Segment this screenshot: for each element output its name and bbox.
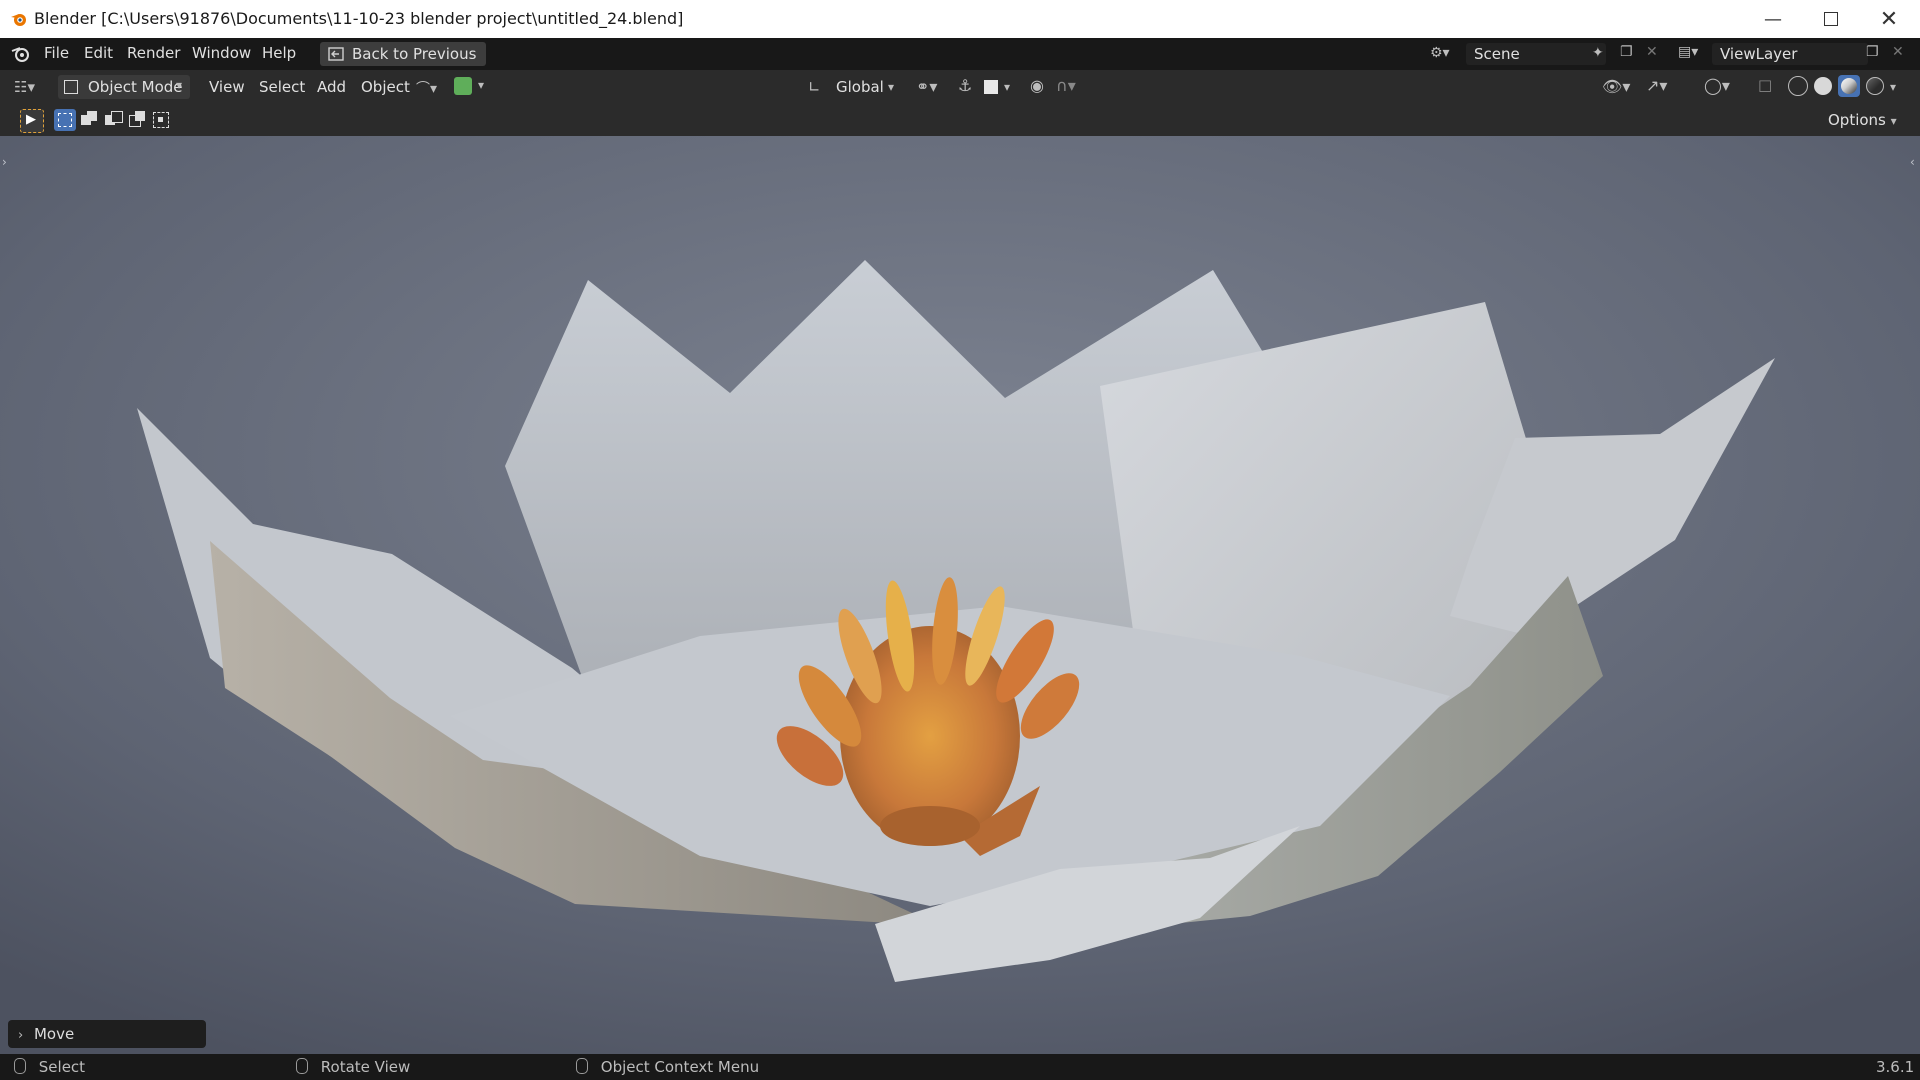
chevron-down-icon[interactable]: ▾ — [1890, 80, 1896, 94]
chevron-down-icon[interactable]: ▾ — [478, 78, 484, 92]
menu-select[interactable]: Select — [259, 78, 305, 96]
operator-redo-panel[interactable]: › Move — [8, 1020, 206, 1048]
mode-selector[interactable]: Object Mode ▾ — [58, 75, 190, 99]
menu-help[interactable]: Help — [262, 44, 296, 62]
menu-file[interactable]: File — [44, 44, 69, 62]
back-icon — [328, 47, 344, 61]
back-to-previous-label: Back to Previous — [352, 45, 477, 63]
select-mode-invert-icon[interactable] — [126, 109, 148, 131]
chevron-down-icon: ▾ — [176, 78, 183, 92]
version-label: 3.6.1 — [1876, 1058, 1915, 1076]
solid-shading-icon[interactable] — [1814, 77, 1832, 95]
viewport-canvas[interactable]: › ‹ — [0, 136, 1920, 1054]
visibility-icon[interactable]: 👁▾ — [1602, 77, 1630, 96]
select-mode-subtract-icon[interactable] — [102, 109, 124, 131]
chevron-right-icon: › — [18, 1028, 24, 1043]
status-select: Select — [14, 1058, 85, 1076]
new-scene-icon[interactable]: ❐ — [1620, 44, 1633, 60]
status-select-label: Select — [38, 1058, 86, 1076]
orientation-icon: ∟ — [808, 78, 821, 96]
selectability-toggle-icon[interactable] — [454, 77, 472, 95]
xray-icon[interactable]: □ — [1758, 76, 1772, 94]
viewlayer-field[interactable]: ViewLayer — [1712, 43, 1868, 65]
window-title: Blender [C:\Users\91876\Documents\11-10-… — [34, 9, 684, 28]
new-viewlayer-icon[interactable]: ❐ — [1866, 44, 1879, 60]
viewlayer-label: ViewLayer — [1720, 45, 1798, 63]
curve-icon[interactable]: ⌒▾ — [416, 78, 437, 98]
object-mode-icon — [64, 80, 78, 94]
menu-edit[interactable]: Edit — [84, 44, 113, 62]
proportional-editing-icon[interactable]: ◉ — [1030, 76, 1044, 95]
status-context-label: Object Context Menu — [600, 1058, 760, 1076]
menu-add[interactable]: Add — [317, 78, 346, 96]
status-bar: Select Rotate View Object Context Menu 3… — [0, 1054, 1920, 1080]
3d-viewport[interactable]: › ‹ — [0, 136, 1920, 1054]
mouse-middle-icon — [296, 1058, 308, 1074]
wireframe-shading-icon[interactable] — [1788, 76, 1808, 96]
snap-target-icon[interactable] — [984, 80, 998, 94]
delete-scene-icon[interactable]: ✕ — [1646, 44, 1658, 60]
sidebar-expand-icon[interactable]: ‹ — [1910, 155, 1915, 169]
mouse-left-icon — [14, 1058, 26, 1074]
scene-label: Scene — [1474, 45, 1520, 63]
falloff-icon[interactable]: ∩▾ — [1056, 76, 1076, 95]
chevron-down-icon: ▾ — [1890, 114, 1897, 128]
topbar: File Edit Render Window Help Back to Pre… — [0, 38, 1920, 70]
scene-field[interactable]: Scene — [1466, 43, 1606, 65]
maximize-icon[interactable] — [1802, 0, 1860, 38]
menu-render[interactable]: Render — [127, 44, 180, 62]
pin-icon[interactable]: ✦ — [1592, 45, 1604, 61]
select-mode-extend-icon[interactable] — [78, 109, 100, 131]
back-to-previous-button[interactable]: Back to Previous — [320, 42, 487, 66]
status-rotate-label: Rotate View — [320, 1058, 411, 1076]
mouse-right-icon — [576, 1058, 588, 1074]
select-mode-new-icon[interactable] — [54, 109, 76, 131]
transform-orientation-label[interactable]: Global — [836, 78, 884, 96]
delete-viewlayer-icon[interactable]: ✕ — [1892, 44, 1904, 60]
toolbar-expand-icon[interactable]: › — [2, 155, 7, 169]
snap-icon[interactable]: ⚓ — [958, 76, 972, 95]
minimize-icon[interactable]: — — [1744, 0, 1802, 38]
editor-type-icon[interactable]: ☷▾ — [14, 78, 35, 96]
pivot-point-icon[interactable]: ⚭▾ — [916, 77, 937, 96]
tool-settings-row: ▶ — [0, 104, 1920, 137]
options-dropdown[interactable]: Options ▾ — [1828, 104, 1897, 136]
scene-icon[interactable]: ⚙▾ — [1430, 45, 1450, 61]
overlay-icon[interactable]: ◯▾ — [1704, 76, 1730, 95]
mode-label: Object Mode — [88, 78, 183, 96]
menu-window[interactable]: Window — [192, 44, 251, 62]
options-label: Options — [1828, 111, 1886, 129]
close-icon[interactable]: ✕ — [1860, 0, 1918, 38]
select-tool-icon[interactable]: ▶ — [20, 109, 44, 133]
viewport-header: ☷▾ Object Mode ▾ View Select Add Object … — [0, 70, 1920, 104]
status-rotate: Rotate View — [296, 1058, 410, 1076]
chevron-down-icon[interactable]: ▾ — [888, 80, 894, 94]
menu-view[interactable]: View — [209, 78, 245, 96]
window-titlebar: Blender [C:\Users\91876\Documents\11-10-… — [0, 0, 1920, 39]
status-context: Object Context Menu — [576, 1058, 759, 1076]
viewlayer-icon[interactable]: ▤▾ — [1678, 44, 1698, 60]
chevron-down-icon[interactable]: ▾ — [1004, 80, 1010, 94]
material-preview-shading-icon[interactable] — [1838, 75, 1860, 97]
select-mode-intersect-icon[interactable] — [150, 109, 172, 131]
rendered-shading-icon[interactable] — [1866, 77, 1884, 95]
gizmo-icon[interactable]: ↗▾ — [1646, 76, 1667, 95]
blender-logo-icon — [11, 14, 26, 26]
operator-label: Move — [33, 1025, 75, 1043]
blender-menu-icon[interactable] — [10, 45, 32, 63]
menu-object[interactable]: Object — [361, 78, 410, 96]
